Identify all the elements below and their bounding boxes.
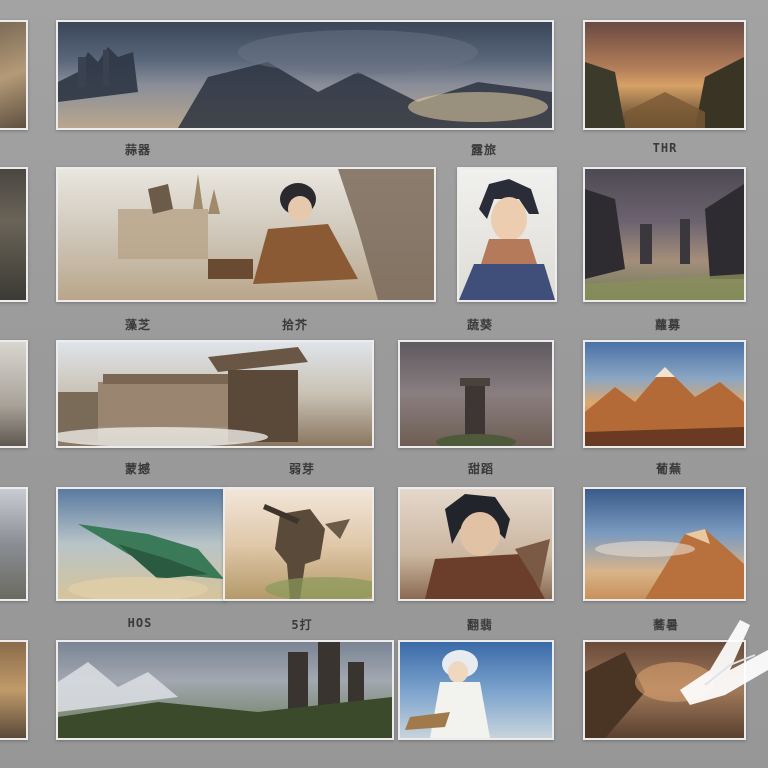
fortress-art: [58, 642, 392, 738]
gallery-image-edge-tree-2[interactable]: [0, 167, 28, 302]
dark-ruins-art: [585, 184, 744, 300]
caption-dragon: HOS: [127, 616, 153, 630]
gallery-image-green-dragon[interactable]: [56, 487, 226, 601]
caption-ruins: 露旅: [470, 143, 497, 157]
gallery-image-edge-cliff-1[interactable]: [0, 20, 28, 130]
golden-mountains-art: [585, 367, 744, 446]
caption-tower: 甜蹈: [467, 462, 494, 476]
gallery-image-ruined-castle-storm[interactable]: [56, 20, 554, 130]
caption-hero-a: 藻芝: [124, 318, 151, 332]
caption-palace-b: 弱芽: [288, 462, 315, 476]
gallery-image-canyon-sunset[interactable]: [583, 20, 746, 130]
hero-castle-art: [118, 169, 434, 300]
lone-tower-art: [436, 378, 516, 446]
caption-hero-b: 拾芥: [281, 318, 308, 332]
gallery-image-hero-castle-scene[interactable]: [56, 167, 436, 302]
gallery-image-armored-knight[interactable]: [223, 487, 374, 601]
gallery-image-mountain-fortress[interactable]: [56, 640, 394, 740]
caption-knight: 5打: [291, 618, 313, 632]
gallery-image-edge-tower-3[interactable]: [0, 340, 28, 448]
portrait-art: [459, 179, 555, 300]
gallery-image-edge-spire-4[interactable]: [0, 487, 28, 601]
storm-castle-art: [58, 30, 552, 128]
gallery-image-cloaked-boy[interactable]: [398, 487, 554, 601]
white-bird-decoration: [680, 620, 768, 705]
gallery-image-sunlit-peak[interactable]: [583, 487, 746, 601]
gallery-image-lone-tower[interactable]: [398, 340, 554, 448]
caption-canyon: THR: [652, 141, 678, 155]
gallery-image-hero-portrait[interactable]: [457, 167, 557, 302]
gallery-image-dark-ruins-valley[interactable]: [583, 167, 746, 302]
gallery-image-white-robed-girl[interactable]: [398, 640, 554, 740]
caption-golden: 葡蕪: [655, 462, 682, 476]
gallery-image-golden-mountains[interactable]: [583, 340, 746, 448]
sky-palace-art: [58, 347, 308, 446]
dragon-art: [68, 524, 224, 599]
gallery-image-edge-ruins-5[interactable]: [0, 640, 28, 740]
robed-girl-art: [405, 650, 490, 738]
caption-cloaked-boy: 翻翡: [466, 618, 493, 632]
knight-art: [263, 504, 372, 599]
caption-storm-castle: 蒜器: [124, 143, 151, 157]
canyon-art: [585, 57, 744, 128]
caption-dark-ruins: 蘿募: [654, 318, 681, 332]
caption-portrait: 蔬葵: [466, 318, 493, 332]
caption-palace-a: 蒙撼: [124, 462, 151, 476]
gallery-image-sky-palace[interactable]: [56, 340, 374, 448]
cloaked-boy-art: [425, 494, 550, 599]
sunlit-peak-art: [595, 529, 744, 599]
